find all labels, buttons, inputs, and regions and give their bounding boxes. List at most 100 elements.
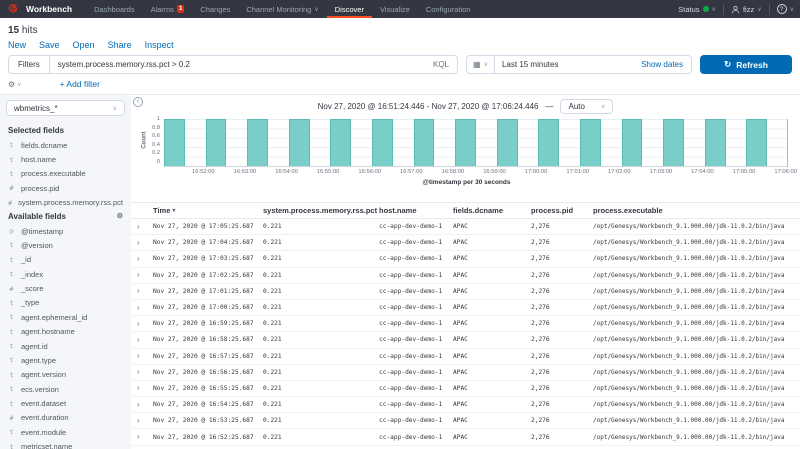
filter-options-button[interactable]: ⚙ ∨ — [8, 80, 22, 89]
toolbar-link[interactable]: Share — [108, 40, 132, 50]
cell-dcname: APAC — [453, 223, 531, 230]
time-range-value[interactable]: Last 15 minutes — [495, 60, 565, 69]
bar-slot — [497, 119, 539, 166]
nav-item[interactable]: Configuration — [418, 0, 479, 18]
histogram-bar[interactable] — [455, 119, 476, 166]
expand-row-icon[interactable]: › — [137, 239, 153, 247]
field-item[interactable]: # process.pid — [3, 181, 128, 195]
column-rss-pct[interactable]: system.process.memory.rss.pct — [263, 206, 379, 215]
field-name: _index — [21, 270, 43, 279]
histogram-bar[interactable] — [164, 119, 185, 166]
field-item[interactable]: t agent.type — [3, 353, 128, 367]
toolbar-link[interactable]: Save — [39, 40, 60, 50]
histogram-bar[interactable] — [330, 119, 351, 166]
histogram-bar[interactable] — [497, 119, 518, 166]
nav-item[interactable]: Channel Monitoring ∨ — [238, 0, 326, 18]
collapse-sidebar-icon[interactable]: ‹ — [133, 97, 143, 107]
histogram-bar[interactable] — [705, 119, 726, 166]
query-language-button[interactable]: KQL — [433, 60, 449, 69]
table-row: › Nov 27, 2020 @ 16:54:25.687 0.221 cc-a… — [131, 397, 800, 413]
status-menu[interactable]: Status ∨ — [678, 5, 716, 14]
chevron-down-icon: ∨ — [113, 105, 117, 112]
expand-row-icon[interactable]: › — [137, 336, 153, 344]
field-item[interactable]: ◷ @timestamp — [3, 224, 128, 238]
index-pattern-select[interactable]: wbmetrics_* ∨ — [6, 100, 125, 116]
field-item[interactable]: t host.name — [3, 152, 128, 166]
field-item[interactable]: t event.dataset — [3, 396, 128, 410]
field-item[interactable]: t ecs.version — [3, 382, 128, 396]
field-item[interactable]: t process.executable — [3, 167, 128, 181]
interval-select[interactable]: Auto ∨ — [560, 99, 613, 114]
expand-row-icon[interactable]: › — [137, 304, 153, 312]
cell-host-name: cc-app-dev-demo-1 — [379, 369, 453, 376]
nav-item[interactable]: Alarms 1 — [143, 0, 193, 18]
cell-dcname: APAC — [453, 353, 531, 360]
expand-row-icon[interactable]: › — [137, 255, 153, 263]
histogram-bar[interactable] — [247, 119, 268, 166]
field-item[interactable]: t fields.dcname — [3, 138, 128, 152]
field-item[interactable]: t _type — [3, 296, 128, 310]
column-host-name[interactable]: host.name — [379, 206, 453, 215]
nav-item[interactable]: Changes — [192, 0, 238, 18]
histogram-bar[interactable] — [414, 119, 435, 166]
expand-row-icon[interactable]: › — [137, 384, 153, 392]
toolbar-link[interactable]: Open — [73, 40, 95, 50]
histogram-bar[interactable] — [289, 119, 310, 166]
toolbar-link[interactable]: New — [8, 40, 26, 50]
column-process-pid[interactable]: process.pid — [531, 206, 593, 215]
user-menu[interactable]: fizz ∨ — [731, 5, 762, 14]
chevron-down-icon: ∨ — [17, 81, 21, 88]
histogram-bar[interactable] — [663, 119, 684, 166]
toolbar-link[interactable]: Inspect — [145, 40, 174, 50]
field-item[interactable]: t agent.hostname — [3, 325, 128, 339]
add-filter-link[interactable]: + Add filter — [60, 79, 100, 89]
histogram-bar[interactable] — [622, 119, 643, 166]
field-item[interactable]: t agent.ephemeral_id — [3, 310, 128, 324]
expand-row-icon[interactable]: › — [137, 320, 153, 328]
column-dcname[interactable]: fields.dcname — [453, 206, 531, 215]
filters-button[interactable]: Filters — [8, 55, 50, 74]
field-item[interactable]: t @version — [3, 238, 128, 252]
column-process-executable[interactable]: process.executable — [593, 206, 794, 215]
expand-row-icon[interactable]: › — [137, 417, 153, 425]
status-ok-icon — [703, 6, 709, 12]
field-item[interactable]: t _id — [3, 253, 128, 267]
field-item[interactable]: # _score — [3, 281, 128, 295]
nav-item-label: Configuration — [426, 5, 471, 14]
column-time[interactable]: Time ▾ — [153, 206, 263, 215]
histogram-bar[interactable] — [746, 119, 767, 166]
expand-row-icon[interactable]: › — [137, 401, 153, 409]
refresh-button[interactable]: ↻ Refresh — [700, 55, 792, 74]
expand-row-icon[interactable]: › — [137, 271, 153, 279]
bar-slot — [330, 119, 372, 166]
x-tick-label: 17:01:00 — [566, 169, 589, 177]
field-settings-gear-icon[interactable]: ⚙ — [117, 212, 123, 220]
expand-row-icon[interactable]: › — [137, 352, 153, 360]
histogram-bar[interactable] — [538, 119, 559, 166]
documents-table: Time ▾ system.process.memory.rss.pct hos… — [131, 202, 800, 449]
field-item[interactable]: t _index — [3, 267, 128, 281]
expand-row-icon[interactable]: › — [137, 368, 153, 376]
show-dates-link[interactable]: Show dates — [633, 60, 691, 69]
histogram-bar[interactable] — [580, 119, 601, 166]
help-menu[interactable]: ? ∨ — [777, 4, 794, 14]
expand-row-icon[interactable]: › — [137, 433, 153, 441]
field-item[interactable]: t agent.version — [3, 368, 128, 382]
nav-item[interactable]: Discover — [327, 0, 372, 18]
field-item[interactable]: t metricset.name — [3, 440, 128, 449]
search-input[interactable]: system.process.memory.rss.pct > 0.2 KQL — [50, 55, 458, 74]
field-item[interactable]: # event.duration — [3, 411, 128, 425]
bar-slot — [206, 119, 248, 166]
expand-row-icon[interactable]: › — [137, 287, 153, 295]
histogram-bar[interactable] — [372, 119, 393, 166]
field-item[interactable]: t event.module — [3, 425, 128, 439]
user-icon — [731, 5, 740, 14]
histogram-bar[interactable] — [206, 119, 227, 166]
nav-item[interactable]: Dashboards — [86, 0, 142, 18]
field-name: @timestamp — [21, 227, 63, 236]
field-item[interactable]: # system.process.memory.rss.pct — [3, 196, 128, 210]
calendar-button[interactable]: ▦ ∨ — [467, 56, 495, 73]
expand-row-icon[interactable]: › — [137, 223, 153, 231]
nav-item[interactable]: Visualize — [372, 0, 418, 18]
field-item[interactable]: t agent.id — [3, 339, 128, 353]
